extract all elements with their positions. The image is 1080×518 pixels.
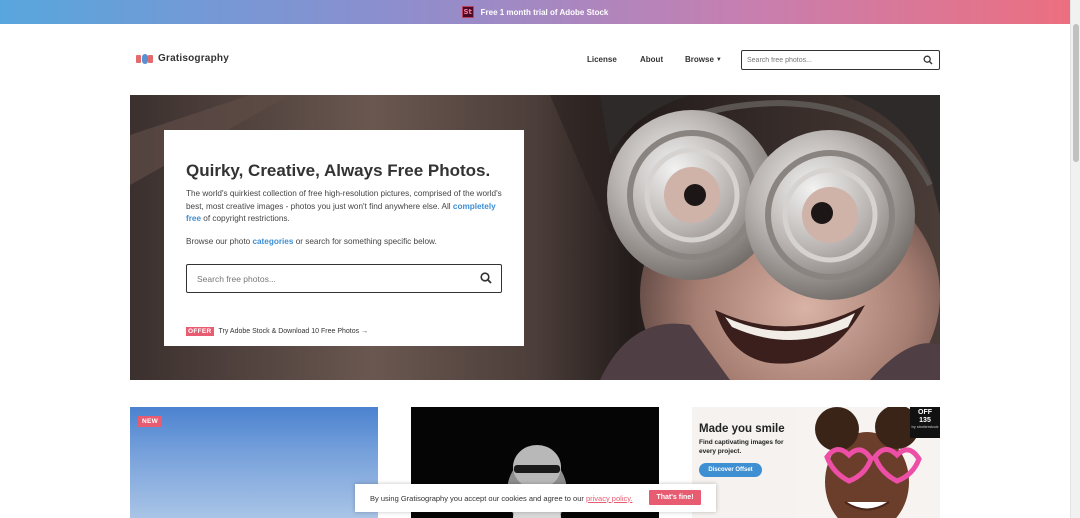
hero-search-input[interactable] (197, 272, 467, 286)
ad-title: Made you smile (699, 423, 785, 435)
ad-corner-line3: by shutterstock (911, 424, 939, 429)
page-scrollbar[interactable] (1070, 0, 1080, 518)
nav-about[interactable]: About (640, 55, 663, 64)
search-icon[interactable] (480, 272, 492, 284)
scrollbar-thumb[interactable] (1073, 24, 1079, 162)
hero-desc-text-end: of copyright restrictions. (201, 214, 290, 223)
cookie-consent-bar: By using Gratisography you accept our co… (355, 484, 716, 512)
header-search-box (741, 50, 940, 70)
cookie-accept-button[interactable]: That's fine! (649, 490, 701, 505)
hero-search-box (186, 264, 502, 293)
adobe-stock-logo: St (461, 6, 474, 18)
search-icon[interactable] (923, 55, 933, 65)
browse-text-end: or search for something specific below. (293, 237, 437, 246)
photo-card-sky[interactable]: NEW (130, 407, 378, 518)
header-search-input[interactable] (747, 53, 917, 67)
ad-corner-badge: OFF 135 by shutterstock (910, 407, 940, 438)
ad-corner-line1: OFF (918, 409, 932, 416)
privacy-policy-link[interactable]: privacy policy. (586, 494, 633, 503)
cookie-message: By using Gratisography you accept our co… (370, 493, 586, 503)
ad-subtitle: Find captivating images for every projec… (699, 439, 784, 455)
caret-down-icon: ▼ (715, 56, 722, 63)
nav-browse[interactable]: Browse ▼ (685, 55, 722, 64)
offset-ad-card[interactable]: Made you smile Find captivating images f… (692, 407, 940, 518)
new-badge: NEW (138, 416, 163, 427)
cookie-text: By using Gratisography you accept our co… (370, 494, 633, 503)
hero-browse-line: Browse our photo categories or search fo… (186, 237, 437, 246)
site-header: Gratisography License About Browse ▼ (130, 44, 940, 76)
gratisography-logo-icon (136, 53, 153, 64)
promo-text: Free 1 month trial of Adobe Stock (480, 7, 609, 17)
offer-badge: OFFER (186, 327, 214, 336)
promo-banner[interactable]: St Free 1 month trial of Adobe Stock (0, 0, 1070, 24)
categories-link[interactable]: categories (252, 237, 293, 246)
brand-name: Gratisography (158, 53, 229, 64)
discover-offset-button[interactable]: Discover Offset (699, 463, 762, 477)
browse-text: Browse our photo (186, 237, 253, 246)
hero-intro-card: Quirky, Creative, Always Free Photos. Th… (164, 130, 524, 346)
ad-corner-line2: 135 (919, 417, 931, 424)
hero-description: The world's quirkiest collection of free… (186, 188, 506, 226)
adobe-stock-offer-link[interactable]: OFFER Try Adobe Stock & Download 10 Free… (186, 327, 368, 336)
nav-browse-label: Browse (685, 55, 714, 64)
brand-logo-link[interactable]: Gratisography (136, 53, 229, 64)
hero-title: Quirky, Creative, Always Free Photos. (186, 161, 491, 180)
offer-text: Try Adobe Stock & Download 10 Free Photo… (218, 328, 369, 335)
nav-license[interactable]: License (587, 55, 617, 64)
